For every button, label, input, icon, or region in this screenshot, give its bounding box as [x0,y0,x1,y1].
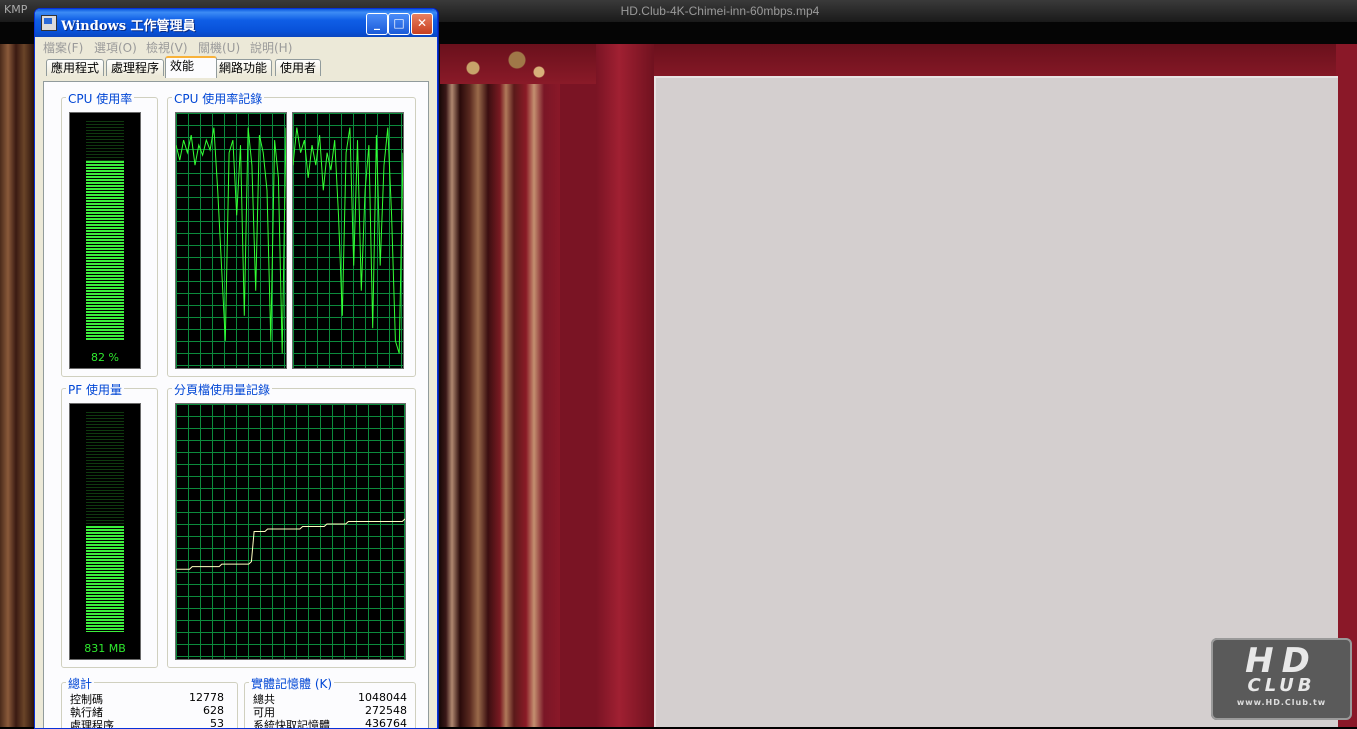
totals-row: 處理程序 53 [70,717,224,729]
totals-value: 12778 [189,691,224,704]
pf-usage-label: PF 使用量 [66,381,124,398]
computer-icon [41,15,57,31]
memory-value: 436764 [365,717,407,729]
player-logo[interactable]: KMP [4,3,27,16]
menu-view[interactable]: 檢視(V) [146,39,188,56]
window-title-bar[interactable]: Windows 工作管理員 _ □ ✕ [35,9,437,37]
pf-history-group: 分頁檔使用量記錄 [167,381,416,668]
cpu-usage-meter: 82 % [69,112,141,369]
window-title: Windows 工作管理員 [61,19,196,34]
cpu-history-graph-core-1 [175,112,287,369]
pf-history-graph [175,403,406,660]
watermark-url: www.HD.Club.tw [1236,698,1327,707]
cpu-history-line-core-2 [293,127,403,354]
close-button[interactable]: ✕ [411,13,433,35]
memory-row: 可用 272548 [253,704,407,719]
player-title: HD.Club-4K-Chimei-inn-60mbps.mp4 [620,4,820,18]
physical-memory-label: 實體記憶體 (K) [249,675,335,692]
video-ornament [440,44,550,84]
totals-group: 總計 控制碼 12778 執行緒 628 處理程序 53 [61,675,238,729]
video-canvas [654,76,1338,727]
memory-row: 系統快取記憶體 436764 [253,717,407,729]
cpu-usage-label: CPU 使用率 [66,90,135,107]
totals-value: 628 [203,704,224,717]
cpu-history-group: CPU 使用率記錄 [167,90,416,377]
memory-row: 總共 1048044 [253,691,407,706]
tab-performance[interactable]: 效能 [165,56,217,78]
memory-value: 1048044 [358,691,407,704]
cpu-meter-fill [86,161,124,341]
pf-usage-meter: 831 MB [69,403,141,660]
menu-help[interactable]: 說明(H) [250,39,292,56]
pf-meter-empty [86,412,124,526]
totals-value: 53 [210,717,224,729]
menu-options[interactable]: 選項(O) [94,39,137,56]
memory-key: 系統快取記憶體 [253,719,330,729]
maximize-button[interactable]: □ [388,13,410,35]
tab-networking[interactable]: 網路功能 [214,59,273,76]
hd-club-watermark: HD CLUB www.HD.Club.tw [1211,638,1352,720]
menu-file[interactable]: 檔案(F) [43,39,83,56]
memory-value: 272548 [365,704,407,717]
physical-memory-group: 實體記憶體 (K) 總共 1048044 可用 272548 系統快取記憶體 4367… [244,675,416,729]
tab-applications[interactable]: 應用程式 [46,59,105,76]
cpu-history-label: CPU 使用率記錄 [172,90,265,107]
menu-shutdown[interactable]: 關機(U) [198,39,240,56]
cpu-meter-empty [86,121,124,161]
watermark-club: CLUB [1247,675,1316,696]
watermark-hd: HD [1245,641,1318,681]
minimize-button[interactable]: _ [366,13,388,35]
totals-label: 總計 [66,675,95,692]
totals-key: 處理程序 [70,719,114,729]
cpu-usage-value: 82 % [91,351,119,364]
pf-history-line [176,518,405,570]
cpu-usage-group: CPU 使用率 82 % [61,90,158,377]
tab-bar: 應用程式 處理程序 效能 網路功能 使用者 [35,56,437,78]
pf-usage-value: 831 MB [84,642,126,655]
performance-panel: CPU 使用率 82 % CPU 使用率記錄 PF 使用量 831 MB 分頁檔… [43,81,429,729]
tab-processes[interactable]: 處理程序 [106,59,165,76]
cpu-history-line-core-1 [176,127,286,354]
totals-list: 控制碼 12778 執行緒 628 處理程序 53 [70,691,224,729]
physical-memory-list: 總共 1048044 可用 272548 系統快取記憶體 436764 [253,691,407,729]
task-manager-window: Windows 工作管理員 _ □ ✕ 檔案(F) 選項(O) 檢視(V) 關機… [34,8,438,729]
tab-users[interactable]: 使用者 [275,59,322,76]
cpu-history-graph-core-2 [292,112,404,369]
pf-meter-fill [86,526,124,632]
video-frame-left [596,44,654,727]
totals-row: 執行緒 628 [70,704,224,719]
totals-row: 控制碼 12778 [70,691,224,706]
pf-history-label: 分頁檔使用量記錄 [172,381,273,398]
menu-bar: 檔案(F) 選項(O) 檢視(V) 關機(U) 說明(H) [35,37,437,56]
video-frame-right [1336,44,1357,727]
pf-usage-group: PF 使用量 831 MB [61,381,158,668]
